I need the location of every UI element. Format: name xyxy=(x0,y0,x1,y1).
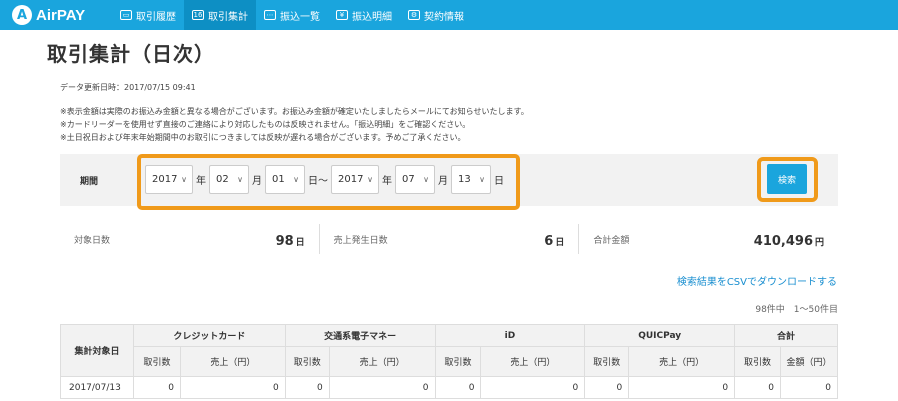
cell-total-amount: 0 xyxy=(779,376,839,399)
search-button-highlight xyxy=(757,157,818,202)
note-line: ※カードリーダーを使用せず直接のご連絡により対応したものは反映されません。「振込… xyxy=(60,120,471,129)
summary-sales-days: 売上発生日数 6日 xyxy=(318,224,579,254)
column-group-credit-card: クレジットカード xyxy=(132,324,286,347)
logo-mark-icon: A xyxy=(12,5,32,25)
column-group-transit-emoney: 交通系電子マネー xyxy=(284,324,436,347)
summary-value: 6 xyxy=(544,233,554,249)
nav-item-label: 契約情報 xyxy=(424,11,464,23)
column-header-sales: 売上（円） xyxy=(179,346,286,377)
logo-text: AirPAY xyxy=(36,6,86,24)
column-group-total: 合計 xyxy=(734,324,838,347)
row-date: 2017/07/13 xyxy=(60,376,134,399)
summary-label: 売上発生日数 xyxy=(333,235,388,246)
summary-value: 410,496 xyxy=(753,233,813,249)
note-line: ※表示金額は実際のお振込み金額と異なる場合がございます。お振込み金額が確定いたし… xyxy=(60,107,529,116)
summary-target-days: 対象日数 98 日 xyxy=(60,224,319,254)
column-header-count: 取引数 xyxy=(132,346,181,377)
main-nav: ▭ 取引履歴 16 取引集計 ⋯ 振込一覧 ¥ 振込明細 ⚙ 契約情報 xyxy=(112,0,472,30)
nav-item-deposit-statement[interactable]: ¥ 振込明細 xyxy=(328,0,400,30)
data-updated-time: データ更新日時：2017/07/15 09:41 xyxy=(60,83,196,92)
nav-item-transaction-history[interactable]: ▭ 取引履歴 xyxy=(112,0,184,30)
nav-item-label: 振込明細 xyxy=(352,11,392,23)
deposit-list-icon: ⋯ xyxy=(264,10,276,20)
summary-bar: 対象日数 98 日 売上発生日数 6日 合計金額 410,496 円 xyxy=(60,224,838,254)
column-header-date: 集計対象日 xyxy=(60,324,134,377)
column-group-quicpay: QUICPay xyxy=(584,324,736,347)
column-header-count: 取引数 xyxy=(434,346,482,377)
nav-item-label: 取引履歴 xyxy=(136,11,176,23)
contract-icon: ⚙ xyxy=(408,10,420,20)
period-label: 期間 xyxy=(80,177,99,187)
summary-value: 98 xyxy=(275,233,294,249)
column-header-sales: 売上（円） xyxy=(480,346,586,377)
csv-download-link[interactable]: 検索結果をCSVでダウンロードする xyxy=(677,273,837,288)
cell-quicpay-sales: 0 xyxy=(628,376,736,399)
cell-credit-sales: 0 xyxy=(179,376,286,399)
cell-id-count: 0 xyxy=(434,376,482,399)
nav-item-contract-info[interactable]: ⚙ 契約情報 xyxy=(400,0,472,30)
column-header-amount: 金額（円） xyxy=(779,346,839,377)
summary-label: 対象日数 xyxy=(74,235,111,246)
cell-transit-count: 0 xyxy=(284,376,330,399)
nav-item-transaction-summary[interactable]: 16 取引集計 xyxy=(184,0,256,30)
top-navigation-bar: A AirPAY ▭ 取引履歴 16 取引集計 ⋯ 振込一覧 ¥ 振込明細 ⚙ … xyxy=(0,0,898,30)
nav-item-label: 振込一覧 xyxy=(280,11,320,23)
column-header-sales: 売上（円） xyxy=(328,346,436,377)
column-header-count: 取引数 xyxy=(584,346,630,377)
calendar-icon: 16 xyxy=(192,10,204,20)
airpay-logo[interactable]: A AirPAY xyxy=(12,5,112,25)
cell-credit-count: 0 xyxy=(132,376,181,399)
cell-id-sales: 0 xyxy=(480,376,586,399)
yen-statement-icon: ¥ xyxy=(336,10,348,20)
date-range-highlight xyxy=(137,154,520,210)
notes: ※表示金額は実際のお振込み金額と異なる場合がございます。お振込み金額が確定いたし… xyxy=(60,105,529,144)
cell-transit-sales: 0 xyxy=(328,376,436,399)
summary-unit: 日 xyxy=(295,237,305,248)
column-header-count: 取引数 xyxy=(734,346,781,377)
cell-total-count: 0 xyxy=(734,376,781,399)
note-line: ※土日祝日および年末年始期間中のお取引につきましては反映が遅れる場合がございます… xyxy=(60,133,466,142)
card-icon: ▭ xyxy=(120,10,132,20)
nav-item-deposit-list[interactable]: ⋯ 振込一覧 xyxy=(256,0,328,30)
summary-unit: 日 xyxy=(555,237,565,248)
page-title: 取引集計（日次） xyxy=(47,42,215,66)
nav-item-label: 取引集計 xyxy=(208,11,248,23)
cell-quicpay-count: 0 xyxy=(584,376,630,399)
summary-total-amount: 合計金額 410,496 円 xyxy=(578,224,838,254)
column-header-count: 取引数 xyxy=(284,346,330,377)
column-group-id: iD xyxy=(434,324,586,347)
summary-label: 合計金額 xyxy=(593,235,630,246)
summary-unit: 円 xyxy=(815,237,825,248)
column-header-sales: 売上（円） xyxy=(628,346,736,377)
result-count: 98件中 1〜50件目 xyxy=(755,305,838,315)
summary-table: 集計対象日 クレジットカード 交通系電子マネー iD QUICPay 合計 取引… xyxy=(60,324,839,399)
table-row: 2017/07/13 0 0 0 0 0 0 0 0 0 0 xyxy=(60,376,839,399)
